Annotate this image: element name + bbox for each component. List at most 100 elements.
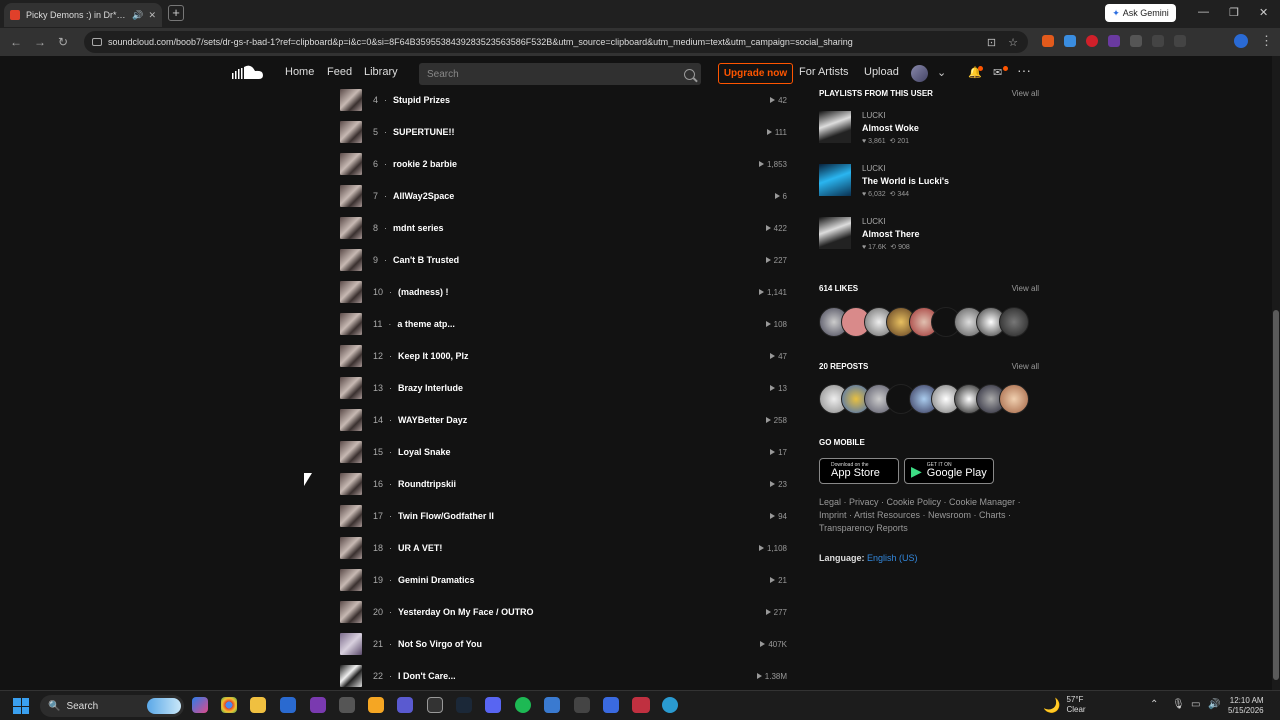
track-row[interactable]: 8 · mdnt series 422: [340, 212, 790, 244]
user-avatar[interactable]: [911, 65, 928, 82]
track-row[interactable]: 10 · (madness) ! 1,141: [340, 276, 790, 308]
track-title[interactable]: Gemini Dramatics: [398, 575, 475, 585]
language-selector[interactable]: Language: English (US): [819, 553, 918, 563]
soundcloud-logo-icon[interactable]: [232, 64, 264, 82]
track-artwork[interactable]: [340, 473, 362, 495]
track-artwork[interactable]: [340, 633, 362, 655]
forward-icon[interactable]: →: [34, 35, 46, 49]
page-scrollbar[interactable]: [1272, 56, 1280, 690]
browser-menu-icon[interactable]: ⋮: [1260, 33, 1273, 49]
likes-heading[interactable]: 614 LIKES: [819, 284, 858, 293]
playlist-user[interactable]: LUCKI: [862, 111, 886, 120]
reload-icon[interactable]: ↻: [58, 35, 68, 49]
taskbar-search[interactable]: 🔍 Search: [40, 695, 184, 717]
app-blue-icon[interactable]: [544, 697, 560, 713]
minimize-icon[interactable]: —: [1198, 6, 1209, 18]
upload-link[interactable]: Upload: [864, 66, 899, 78]
extension-4-icon[interactable]: [1108, 35, 1120, 47]
browser-tab[interactable]: Picky Demons :) in Dr*gs R 🔊 ✕: [4, 3, 162, 27]
volume-icon[interactable]: 🔊: [1208, 699, 1220, 710]
site-info-icon[interactable]: [92, 38, 102, 46]
nav-feed[interactable]: Feed: [327, 66, 352, 78]
track-row[interactable]: 7 · AllWay2Space 6: [340, 180, 790, 212]
track-title[interactable]: Brazy Interlude: [398, 383, 463, 393]
steam-icon[interactable]: [456, 697, 472, 713]
track-title[interactable]: Keep It 1000, Plz: [398, 351, 469, 361]
track-artwork[interactable]: [340, 281, 362, 303]
google-play-badge[interactable]: ▶ GET IT ON Google Play: [904, 458, 994, 484]
track-row[interactable]: 13 · Brazy Interlude 13: [340, 372, 790, 404]
for-artists-link[interactable]: For Artists: [799, 66, 849, 78]
app-store-badge[interactable]: Download on the App Store: [819, 458, 899, 484]
track-row[interactable]: 15 · Loyal Snake 17: [340, 436, 790, 468]
playlists-view-all[interactable]: View all: [1012, 89, 1039, 98]
track-title[interactable]: I Don't Care...: [398, 671, 456, 681]
playlist-item[interactable]: LUCKI Almost Woke ♥ 3,861 ⟲ 201: [819, 111, 1039, 145]
track-row[interactable]: 6 · rookie 2 barbie 1,853: [340, 148, 790, 180]
chrome-icon[interactable]: [221, 697, 237, 713]
reposts-view-all[interactable]: View all: [1012, 362, 1039, 371]
messages-icon[interactable]: ✉: [993, 66, 1002, 79]
app-purple-icon[interactable]: [310, 697, 326, 713]
track-row[interactable]: 21 · Not So Virgo of You 407K: [340, 628, 790, 660]
track-title[interactable]: Yesterday On My Face / OUTRO: [398, 607, 534, 617]
track-artwork[interactable]: [340, 89, 362, 111]
install-icon[interactable]: ⊡: [987, 36, 996, 49]
playlist-artwork[interactable]: [819, 164, 851, 196]
track-row[interactable]: 19 · Gemini Dramatics 21: [340, 564, 790, 596]
track-title[interactable]: Twin Flow/Godfather II: [398, 511, 494, 521]
app-arrow-icon[interactable]: [603, 697, 619, 713]
playlist-artwork[interactable]: [819, 217, 851, 249]
tray-chevron-icon[interactable]: ⌃: [1150, 699, 1158, 710]
repost-avatar[interactable]: [999, 384, 1029, 414]
track-artwork[interactable]: [340, 409, 362, 431]
track-title[interactable]: WAYBetter Dayz: [398, 415, 467, 425]
close-tab-icon[interactable]: ✕: [148, 10, 156, 21]
store-icon[interactable]: [280, 697, 296, 713]
chevron-down-icon[interactable]: ⌄: [937, 66, 946, 79]
playlist-item[interactable]: LUCKI Almost There ♥ 17.6K ⟲ 908: [819, 217, 1039, 251]
windows-start-icon[interactable]: [13, 698, 29, 714]
back-icon[interactable]: ←: [10, 35, 22, 49]
teams-icon[interactable]: [397, 697, 413, 713]
reposts-heading[interactable]: 20 REPOSTS: [819, 362, 868, 371]
track-artwork[interactable]: [340, 217, 362, 239]
track-artwork[interactable]: [340, 185, 362, 207]
discord-icon[interactable]: [485, 697, 501, 713]
ask-gemini-button[interactable]: ✦ Ask Gemini: [1105, 4, 1176, 22]
track-title[interactable]: rookie 2 barbie: [393, 159, 457, 169]
track-title[interactable]: Loyal Snake: [398, 447, 451, 457]
track-row[interactable]: 14 · WAYBetter Dayz 258: [340, 404, 790, 436]
track-artwork[interactable]: [340, 121, 362, 143]
playlist-name[interactable]: The World is Lucki's: [862, 176, 949, 186]
restore-icon[interactable]: ❐: [1229, 6, 1239, 19]
playlist-name[interactable]: Almost There: [862, 229, 920, 239]
track-row[interactable]: 20 · Yesterday On My Face / OUTRO 277: [340, 596, 790, 628]
file-explorer-icon[interactable]: [250, 697, 266, 713]
bookmark-star-icon[interactable]: ☆: [1008, 36, 1018, 49]
track-row[interactable]: 12 · Keep It 1000, Plz 47: [340, 340, 790, 372]
app-c-icon[interactable]: [662, 697, 678, 713]
track-artwork[interactable]: [340, 569, 362, 591]
track-row[interactable]: 9 · Can't B Trusted 227: [340, 244, 790, 276]
track-title[interactable]: Not So Virgo of You: [398, 639, 482, 649]
language-value[interactable]: English (US): [867, 553, 918, 563]
search-input[interactable]: Search: [419, 63, 701, 85]
address-bar[interactable]: soundcloud.com/boob7/sets/dr-gs-r-bad-1?…: [84, 31, 1028, 53]
extensions-puzzle-icon[interactable]: [1130, 35, 1142, 47]
playlist-user[interactable]: LUCKI: [862, 164, 886, 173]
track-row[interactable]: 16 · Roundtripskii 23: [340, 468, 790, 500]
extension-2-icon[interactable]: [1064, 35, 1076, 47]
track-title[interactable]: AllWay2Space: [393, 191, 454, 201]
track-artwork[interactable]: [340, 601, 362, 623]
track-artwork[interactable]: [340, 505, 362, 527]
track-title[interactable]: (madness) !: [398, 287, 449, 297]
display-icon[interactable]: ▭: [1191, 699, 1200, 710]
footer-links[interactable]: Legal · Privacy · Cookie Policy · Cookie…: [819, 496, 1039, 535]
nav-home[interactable]: Home: [285, 66, 314, 78]
track-title[interactable]: SUPERTUNE!!: [393, 127, 455, 137]
track-row[interactable]: 22 · I Don't Care... 1.38M: [340, 660, 790, 692]
track-artwork[interactable]: [340, 665, 362, 687]
track-title[interactable]: a theme atp...: [397, 319, 455, 329]
mic-icon[interactable]: 🎙: [1172, 699, 1185, 710]
